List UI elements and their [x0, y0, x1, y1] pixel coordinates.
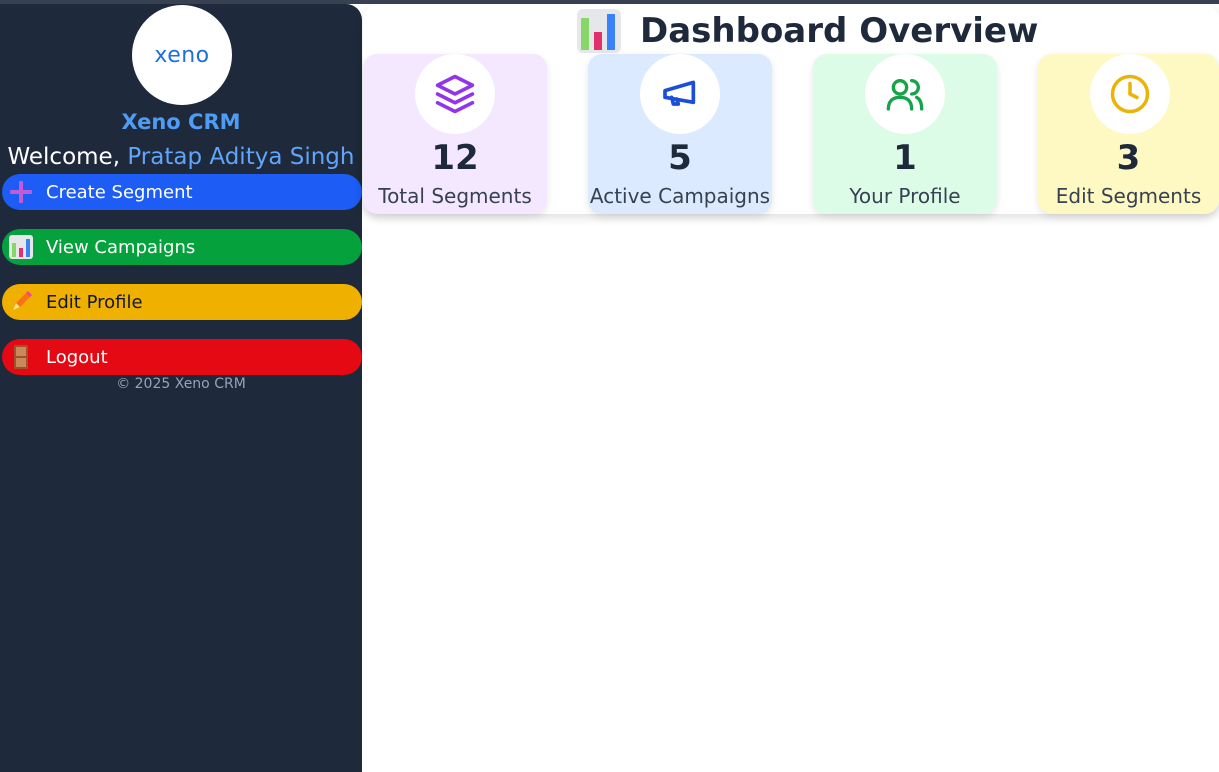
brand-name: Xeno CRM [121, 110, 241, 134]
stat-count: 5 [668, 138, 692, 178]
bar-chart-icon [4, 232, 38, 262]
bar-chart-icon [576, 8, 622, 54]
view-campaigns-button[interactable]: View Campaigns [2, 229, 362, 265]
logo: xeno [132, 5, 232, 105]
welcome-prefix: Welcome, [7, 144, 121, 170]
stat-label: Total Segments [378, 184, 532, 208]
stat-card-total-segments[interactable]: 12 Total Segments [363, 54, 547, 214]
welcome-message: Welcome, Pratap Aditya Singh [0, 144, 362, 170]
stat-card-active-campaigns[interactable]: 5 Active Campaigns [588, 54, 772, 214]
copyright: © 2025 Xeno CRM [116, 376, 246, 392]
edit-profile-label: Edit Profile [46, 291, 143, 313]
create-segment-button[interactable]: Create Segment [2, 174, 362, 210]
stat-count: 12 [431, 138, 479, 178]
stat-label: Active Campaigns [589, 184, 771, 208]
create-segment-label: Create Segment [46, 181, 193, 203]
stat-count: 1 [893, 138, 917, 178]
megaphone-icon [640, 54, 720, 134]
layers-icon [415, 54, 495, 134]
edit-profile-button[interactable]: Edit Profile [2, 284, 362, 320]
plus-icon [4, 177, 38, 207]
stat-count: 3 [1116, 138, 1141, 178]
stat-label: Your Profile [849, 184, 961, 208]
pencil-icon [4, 287, 38, 317]
logo-text: xeno [154, 42, 210, 68]
page-header: Dashboard Overview [576, 8, 1038, 54]
clock-icon [1090, 54, 1170, 134]
user-name: Pratap Aditya Singh [127, 144, 355, 170]
logout-button[interactable]: Logout [2, 339, 362, 375]
stat-label: Edit Segments [1055, 184, 1202, 208]
stat-card-edit-segments[interactable]: 3 Edit Segments [1038, 54, 1219, 214]
logout-label: Logout [46, 346, 108, 368]
door-icon [4, 342, 38, 372]
view-campaigns-label: View Campaigns [46, 236, 196, 258]
sidebar: xeno Xeno CRM Welcome, Pratap Aditya Sin… [0, 4, 362, 772]
users-icon [865, 54, 945, 134]
page-title: Dashboard Overview [640, 11, 1039, 51]
stat-card-your-profile[interactable]: 1 Your Profile [813, 54, 997, 214]
